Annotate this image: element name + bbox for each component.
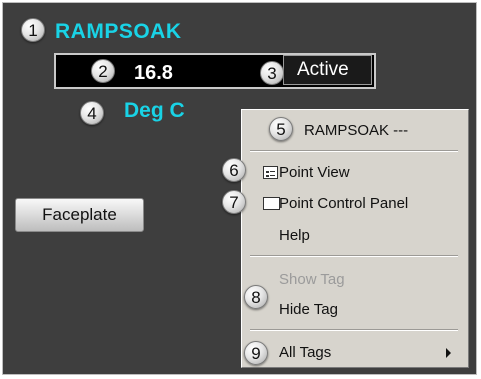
point-units: Deg C <box>124 99 185 122</box>
context-menu: RAMPSOAK --- Point View Point Control Pa… <box>241 109 469 368</box>
menu-item-show-tag: Show Tag <box>279 271 345 288</box>
faceplate-button[interactable]: Faceplate <box>15 198 144 232</box>
callout-marker: 7 <box>222 190 246 214</box>
callout-marker: 2 <box>91 59 115 83</box>
point-tag-name[interactable]: RAMPSOAK <box>55 20 182 44</box>
point-control-panel-icon <box>263 197 280 210</box>
menu-item-point-control-panel[interactable]: Point Control Panel <box>279 195 408 212</box>
callout-marker: 6 <box>222 158 246 182</box>
submenu-arrow-icon <box>446 348 451 358</box>
point-value[interactable]: 16.8 <box>134 62 173 85</box>
callout-marker: 8 <box>244 285 268 309</box>
menu-separator <box>250 255 458 257</box>
callout-marker: 1 <box>21 18 45 42</box>
point-view-icon <box>263 166 278 179</box>
point-status[interactable]: Active <box>283 55 372 85</box>
menu-item-point-view[interactable]: Point View <box>279 164 350 181</box>
menu-header: RAMPSOAK --- <box>304 122 409 139</box>
menu-item-all-tags[interactable]: All Tags <box>279 344 331 361</box>
menu-separator <box>250 329 458 331</box>
callout-marker: 3 <box>260 61 284 85</box>
menu-item-hide-tag[interactable]: Hide Tag <box>279 301 338 318</box>
callout-marker: 4 <box>80 101 104 125</box>
menu-item-help[interactable]: Help <box>279 227 310 244</box>
menu-separator <box>250 150 458 152</box>
callout-marker: 5 <box>269 117 293 141</box>
callout-marker: 9 <box>244 341 268 365</box>
